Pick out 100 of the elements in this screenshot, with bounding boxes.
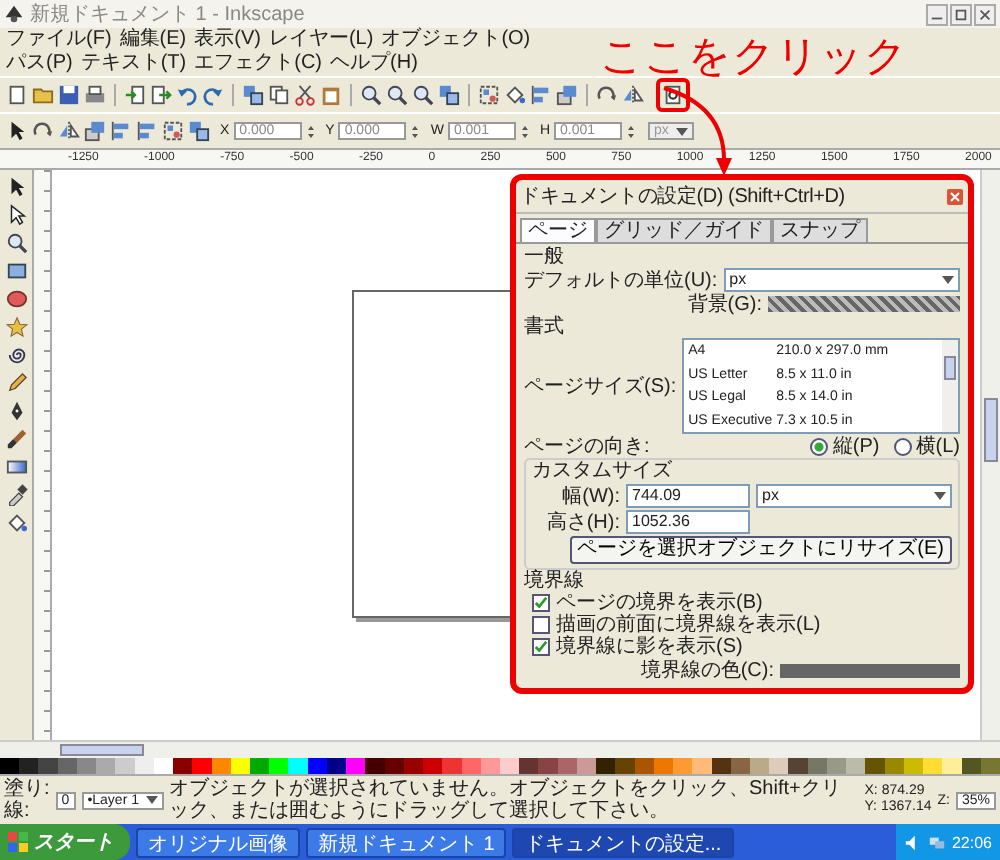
- flip-icon[interactable]: [58, 120, 80, 142]
- height-field[interactable]: 1052.36: [626, 510, 750, 534]
- status-message: オブジェクトが選択されていません。オブジェクトをクリック、Shift+クリック、または囲むようにドラッグして選択して下さい。: [169, 778, 843, 822]
- duplicate-icon[interactable]: [242, 84, 264, 106]
- printer-icon[interactable]: [84, 84, 106, 106]
- spiral-icon[interactable]: [5, 344, 27, 366]
- paint-bucket-icon[interactable]: [504, 84, 526, 106]
- tab[interactable]: スナップ: [772, 218, 868, 242]
- align-icon[interactable]: [530, 84, 552, 106]
- raise-icon[interactable]: [84, 120, 106, 142]
- menu-item[interactable]: 編集(E): [119, 28, 187, 52]
- zoom-icon[interactable]: [412, 84, 434, 106]
- menu-item[interactable]: ファイル(F): [6, 28, 112, 52]
- field-label: デフォルトの単位(U):: [524, 269, 718, 291]
- undo-icon[interactable]: [176, 84, 198, 106]
- raise-icon[interactable]: [556, 84, 578, 106]
- field-label: 高さ(H):: [544, 511, 620, 533]
- redo-icon[interactable]: [202, 84, 224, 106]
- duplicate-icon[interactable]: [188, 120, 210, 142]
- stroke-label: 線:: [4, 800, 32, 822]
- canvas[interactable]: [52, 170, 980, 740]
- radio-indicator[interactable]: [810, 437, 829, 455]
- unit-select[interactable]: px: [756, 484, 952, 508]
- tab[interactable]: ページ: [520, 218, 596, 242]
- menu-item[interactable]: レイヤー(L): [268, 28, 374, 52]
- align-icon[interactable]: [136, 120, 158, 142]
- checkbox-option[interactable]: 境界線に影を表示(S): [524, 636, 960, 658]
- scissors-icon[interactable]: [294, 84, 316, 106]
- radio-indicator[interactable]: [893, 437, 912, 455]
- section-heading: 境界線: [524, 570, 584, 592]
- fill-label: 塗り:: [4, 778, 50, 800]
- import-icon[interactable]: [124, 84, 146, 106]
- align-icon[interactable]: [110, 120, 132, 142]
- resize-page-button[interactable]: ページを選択オブジェクトにリサイズ(E): [569, 536, 952, 564]
- ellipse-icon[interactable]: [5, 288, 27, 310]
- horizontal-scrollbar[interactable]: [0, 740, 1000, 758]
- gradient-icon[interactable]: [5, 456, 27, 478]
- menu-item[interactable]: テキスト(T): [80, 52, 187, 76]
- star-icon[interactable]: [5, 316, 27, 338]
- taskbar-button[interactable]: 新規ドキュメント 1: [306, 827, 507, 857]
- pencil-icon[interactable]: [5, 372, 27, 394]
- rotate-icon[interactable]: [596, 84, 618, 106]
- background-swatch[interactable]: [768, 296, 960, 312]
- zoom-icon[interactable]: [360, 84, 382, 106]
- clipboard-icon[interactable]: [320, 84, 342, 106]
- folder-icon[interactable]: [32, 84, 54, 106]
- menu-item[interactable]: 表示(V): [194, 28, 261, 52]
- duplicate-icon[interactable]: [438, 84, 460, 106]
- menu-item[interactable]: オブジェクト(O): [381, 28, 531, 52]
- window-title: 新規ドキュメント 1 - Inkscape: [30, 1, 307, 27]
- tab[interactable]: グリッド／ガイド: [596, 218, 772, 242]
- brush-icon[interactable]: [5, 428, 27, 450]
- node-arrow-icon[interactable]: [5, 204, 27, 226]
- checkbox[interactable]: [532, 616, 550, 634]
- selector-arrow-icon[interactable]: [6, 120, 28, 142]
- dropdown-arrow-icon[interactable]: [942, 276, 954, 284]
- rectangle-icon[interactable]: [5, 260, 27, 282]
- windows-logo-icon: [8, 832, 28, 852]
- menu-item[interactable]: エフェクト(C): [194, 52, 323, 76]
- callout-text: ここをクリック: [600, 32, 908, 84]
- zoom-icon[interactable]: [386, 84, 408, 106]
- copy-icon[interactable]: [268, 84, 290, 106]
- checkbox-option[interactable]: 描画の前面に境界線を表示(L): [524, 614, 960, 636]
- dialog-title: ドキュメントの設定(D) (Shift+Ctrl+D): [520, 183, 847, 210]
- field-label: 背景(G):: [687, 293, 762, 315]
- menu-item[interactable]: パス(P): [6, 52, 73, 76]
- menu-item[interactable]: ヘルプ(H): [330, 52, 418, 76]
- close-icon[interactable]: [946, 187, 964, 205]
- checkbox[interactable]: [532, 594, 550, 612]
- checkbox[interactable]: [532, 638, 550, 656]
- width-field[interactable]: 744.09: [626, 484, 750, 508]
- export-icon[interactable]: [150, 84, 172, 106]
- dropdown-arrow-icon[interactable]: [145, 796, 157, 804]
- field-label: 境界線の色(C):: [640, 659, 774, 681]
- group-icon[interactable]: [162, 120, 184, 142]
- border-color-swatch[interactable]: [780, 663, 960, 677]
- start-button[interactable]: スタート: [0, 824, 130, 860]
- dropdown-arrow-icon[interactable]: [676, 127, 689, 135]
- taskbar-button[interactable]: ドキュメントの設定...: [512, 827, 734, 857]
- zoom-icon[interactable]: [5, 232, 27, 254]
- dropper-icon[interactable]: [5, 484, 27, 506]
- paint-bucket-icon[interactable]: [5, 512, 27, 534]
- dropdown-arrow-icon[interactable]: [934, 492, 946, 500]
- taskbar-button[interactable]: オリジナル画像: [136, 827, 300, 857]
- section-heading: 書式: [524, 316, 564, 338]
- unit-select[interactable]: px: [723, 268, 960, 292]
- checkbox-option[interactable]: ページの境界を表示(B): [524, 592, 960, 614]
- app-icon: [4, 4, 24, 24]
- color-palette[interactable]: [0, 758, 1000, 774]
- save-icon[interactable]: [58, 84, 80, 106]
- document-icon[interactable]: [6, 84, 28, 106]
- radio-button[interactable]: 横(L): [893, 435, 960, 457]
- field-label: ページサイズ(S):: [524, 375, 677, 397]
- section-heading: 一般: [524, 246, 564, 268]
- group-icon[interactable]: [478, 84, 500, 106]
- radio-button[interactable]: 縦(P): [810, 435, 880, 457]
- flip-icon[interactable]: [622, 84, 644, 106]
- vertical-scrollbar[interactable]: [942, 340, 958, 432]
- vertical-scrollbar[interactable]: [980, 170, 1000, 740]
- rotate-icon[interactable]: [32, 120, 54, 142]
